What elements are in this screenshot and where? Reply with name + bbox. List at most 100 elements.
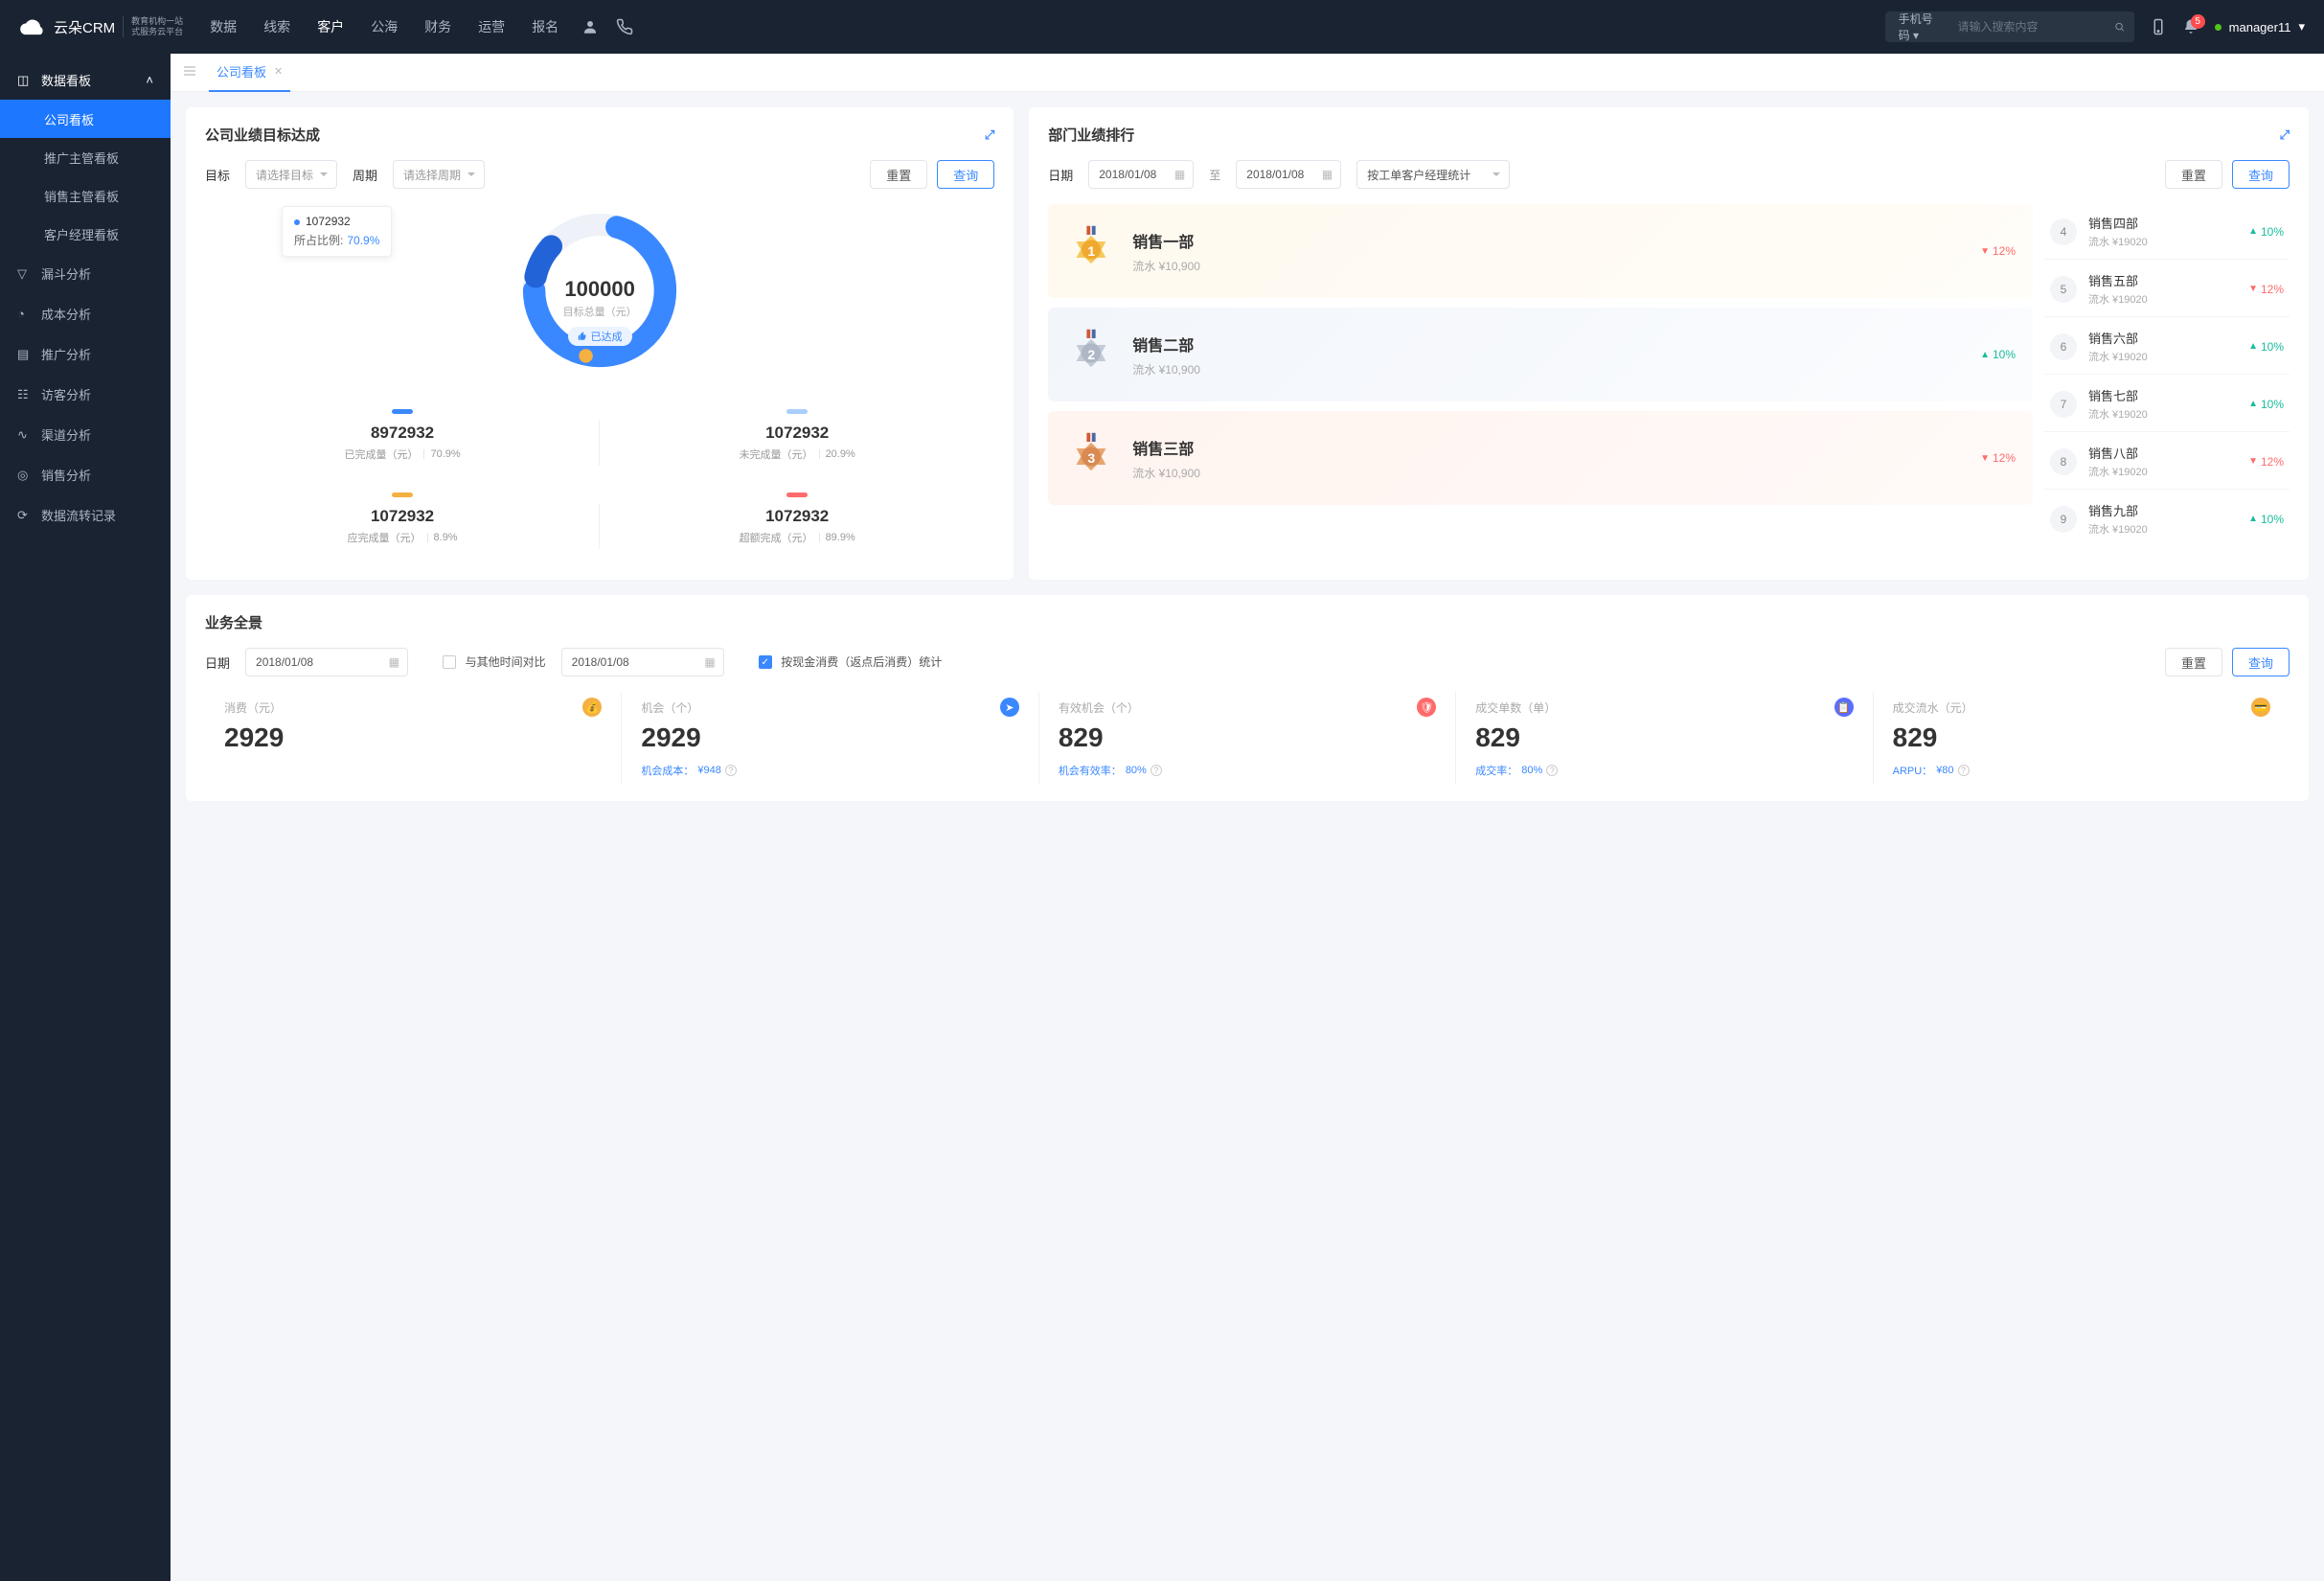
compare-checkbox[interactable] (443, 655, 456, 669)
medal-icon: 3 (1065, 432, 1117, 484)
card-title: 部门业绩排行 (1048, 125, 1134, 145)
sidebar-item[interactable]: ▤推广分析 (0, 333, 171, 374)
trend-value: ▲10% (2248, 340, 2284, 354)
search-icon[interactable] (2114, 19, 2125, 34)
rank-number: 9 (2050, 506, 2077, 533)
date-from-input[interactable]: 2018/01/08▦ (1088, 160, 1194, 189)
search-input[interactable] (1950, 20, 2114, 34)
filter-label: 日期 (1048, 166, 1073, 184)
tabs-bar: 公司看板 ✕ (171, 54, 2324, 92)
stat-cell: 1072932应完成量（元）8.9% (205, 479, 600, 562)
phone-icon[interactable] (616, 18, 633, 35)
help-icon[interactable]: ? (1546, 765, 1558, 776)
nav-item[interactable]: 财务 (424, 13, 451, 40)
sidebar-item[interactable]: ⟳数据流转记录 (0, 494, 171, 535)
nav-item[interactable]: 线索 (263, 13, 290, 40)
stat-cell: 8972932已完成量（元）70.9% (205, 396, 600, 479)
date-input[interactable]: 2018/01/08▦ (245, 648, 408, 676)
rank-item[interactable]: 8销售八部流水 ¥19020▼12% (2044, 434, 2290, 490)
stat-cell: 1072932未完成量（元）20.9% (600, 396, 994, 479)
cash-checkbox-wrap: ✓ 按现金消费（返点后消费）统计 (759, 653, 943, 670)
kpi-card: 有效机会（个）🛡829机会有效率：80%? (1038, 692, 1455, 784)
help-icon[interactable]: ? (1151, 765, 1162, 776)
trend-value: ▼12% (2248, 455, 2284, 469)
rank-item[interactable]: 7销售七部流水 ¥19020▲10% (2044, 377, 2290, 432)
search-box: 手机号码 ▾ (1885, 11, 2134, 42)
nav-item[interactable]: 运营 (478, 13, 505, 40)
date-to-input[interactable]: 2018/01/08▦ (1236, 160, 1341, 189)
rank-number: 7 (2050, 391, 2077, 418)
rank-number: 5 (2050, 276, 2077, 303)
tab-company-board[interactable]: 公司看板 ✕ (209, 54, 290, 92)
kpi-icon: 💰 (582, 698, 602, 717)
help-icon[interactable]: ? (725, 765, 737, 776)
sidebar-subitem[interactable]: 销售主管看板 (0, 176, 171, 215)
rank-card[interactable]: 1销售一部流水 ¥10,900▼12% (1048, 204, 2033, 298)
nav-item[interactable]: 客户 (317, 13, 344, 40)
mode-select[interactable]: 按工单客户经理统计 (1356, 160, 1510, 189)
sidebar-item[interactable]: ◫数据看板˄ (0, 59, 171, 100)
kpi-icon: 📋 (1834, 698, 1854, 717)
rank-item[interactable]: 4销售四部流水 ¥19020▲10% (2044, 204, 2290, 260)
nav-item[interactable]: 公海 (371, 13, 398, 40)
sidebar-icon: ◔ (17, 307, 32, 321)
close-icon[interactable]: ✕ (274, 65, 283, 78)
kpi-card: 消费（元）💰2929 (205, 692, 621, 784)
sidebar-item[interactable]: ∿渠道分析 (0, 414, 171, 454)
kpi-card: 机会（个）➤2929机会成本：¥948? (621, 692, 1037, 784)
user-icon[interactable] (581, 18, 599, 35)
sidebar-icon: ◫ (17, 73, 32, 87)
sidebar-item[interactable]: ▽漏斗分析 (0, 253, 171, 293)
reset-button[interactable]: 重置 (2165, 648, 2222, 676)
sidebar-subitem[interactable]: 客户经理看板 (0, 215, 171, 253)
stat-cell: 1072932超额完成（元）89.9% (600, 479, 994, 562)
query-button[interactable]: 查询 (937, 160, 994, 189)
sidebar-item[interactable]: ◔成本分析 (0, 293, 171, 333)
sidebar-subitem[interactable]: 公司看板 (0, 100, 171, 138)
main: 公司看板 ✕ 公司业绩目标达成 ⤢ 目标 请选择目标 周期 请选择周期 (171, 54, 2324, 1581)
reset-button[interactable]: 重置 (2165, 160, 2222, 189)
expand-icon[interactable]: ⤢ (985, 127, 994, 143)
goal-select[interactable]: 请选择目标 (245, 160, 337, 189)
mobile-icon[interactable] (2150, 18, 2167, 35)
rank-card[interactable]: 2销售二部流水 ¥10,900▲10% (1048, 308, 2033, 401)
sidebar-icon: ☷ (17, 387, 32, 401)
filter-label: 周期 (353, 166, 377, 184)
query-button[interactable]: 查询 (2232, 160, 2290, 189)
bell-icon[interactable]: 5 (2182, 18, 2199, 35)
header-right: 手机号码 ▾ 5 manager11 ▾ (1885, 11, 2305, 42)
arrow-icon: ▼ (1980, 453, 1990, 464)
period-select[interactable]: 请选择周期 (393, 160, 485, 189)
trend-value: ▼12% (1980, 451, 2016, 465)
kpi-card: 成交单数（单）📋829成交率：80%? (1455, 692, 1872, 784)
rank-item[interactable]: 9销售九部流水 ¥19020▲10% (2044, 492, 2290, 546)
cash-checkbox[interactable]: ✓ (759, 655, 772, 669)
trend-value: ▲10% (2248, 513, 2284, 526)
search-type-select[interactable]: 手机号码 ▾ (1895, 11, 1950, 43)
sidebar-item[interactable]: ☷访客分析 (0, 374, 171, 414)
user-menu[interactable]: manager11 ▾ (2215, 19, 2305, 34)
expand-icon[interactable]: ⤢ (2280, 127, 2290, 143)
sidebar-item[interactable]: ◎销售分析 (0, 454, 171, 494)
reset-button[interactable]: 重置 (870, 160, 927, 189)
logo-text: 云朵CRM (54, 17, 115, 37)
rank-card[interactable]: 3销售三部流水 ¥10,900▼12% (1048, 411, 2033, 505)
arrow-icon: ▲ (1980, 350, 1990, 360)
kpi-icon: 💳 (2251, 698, 2270, 717)
nav-item[interactable]: 数据 (210, 13, 237, 40)
date-input-2[interactable]: 2018/01/08▦ (561, 648, 724, 676)
card-overview: 业务全景 日期 2018/01/08▦ 与其他时间对比 2018/01/08▦ … (186, 595, 2309, 801)
rank-item[interactable]: 6销售六部流水 ¥19020▲10% (2044, 319, 2290, 375)
kpi-card: 成交流水（元）💳829ARPU：¥80? (1873, 692, 2290, 784)
query-button[interactable]: 查询 (2232, 648, 2290, 676)
sidebar-subitem[interactable]: 推广主管看板 (0, 138, 171, 176)
rank-item[interactable]: 5销售五部流水 ¥19020▼12% (2044, 262, 2290, 317)
rank-number: 6 (2050, 333, 2077, 360)
help-icon[interactable]: ? (1958, 765, 1970, 776)
calendar-icon: ▦ (1174, 168, 1185, 181)
sidebar-icon: ▤ (17, 347, 32, 361)
menu-toggle-icon[interactable] (182, 63, 197, 81)
sidebar: ◫数据看板˄公司看板推广主管看板销售主管看板客户经理看板▽漏斗分析◔成本分析▤推… (0, 54, 171, 1581)
arrow-icon: ▲ (2248, 341, 2258, 352)
nav-item[interactable]: 报名 (532, 13, 558, 40)
